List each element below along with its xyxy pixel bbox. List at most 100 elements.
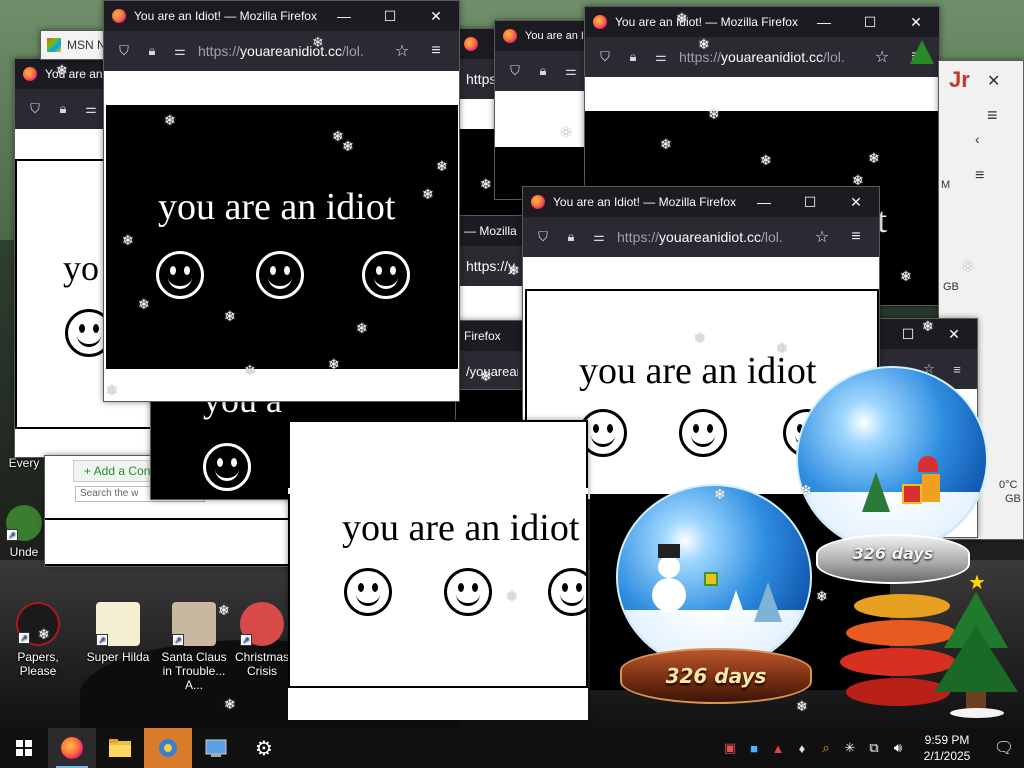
close-button[interactable]: ✕: [931, 319, 977, 349]
maximize-button[interactable]: ☐: [367, 1, 413, 31]
desktop-icon-unde[interactable]: ↗ Unde: [2, 505, 46, 559]
shield-icon[interactable]: ⛉: [529, 229, 557, 245]
url-bar[interactable]: /youareanidioc: [466, 364, 518, 379]
permissions-icon[interactable]: ⚌: [166, 43, 194, 59]
snowflake-icon: ❄: [328, 356, 340, 372]
bookmark-star-icon[interactable]: ☆: [385, 41, 419, 61]
close-button[interactable]: ✕: [833, 187, 879, 217]
url-bar[interactable]: https://youareanidiot.cc/lol.: [198, 43, 364, 59]
tray-snowflake-icon[interactable]: ✳: [838, 740, 862, 756]
snow-globe-1[interactable]: 326 days: [610, 484, 820, 706]
snowflake-icon: ❄: [676, 10, 688, 26]
volume-icon[interactable]: 🔊︎: [886, 740, 910, 756]
url-bar[interactable]: https://youareanidiot.cc/lol.: [617, 229, 783, 245]
snowflake-icon: ❄: [560, 124, 572, 140]
notification-center-icon[interactable]: 🗨︎: [984, 738, 1024, 758]
taskbar: ⚙ ▣ ■ ▲ ♦ ⌕ ✳ ⧉ 🔊︎ 9:59 PM 2/1/2025 🗨︎: [0, 728, 1024, 768]
window-titlebar[interactable]: You are an Idiot! — Mozilla Firefox — ☐ …: [585, 7, 939, 37]
desktop-icon-label: Christmas Crisis: [234, 650, 289, 678]
lock-icon[interactable]: 🔒︎: [49, 101, 77, 117]
lock-icon[interactable]: 🔒︎: [529, 63, 557, 79]
smiley-face-icon: [256, 251, 304, 299]
snowflake-icon: ❄: [694, 330, 706, 346]
minimize-button[interactable]: —: [801, 7, 847, 37]
app-icon[interactable]: [144, 728, 192, 768]
tray-app-icon-3[interactable]: ▲: [766, 741, 790, 756]
hamburger-menu-icon[interactable]: ≡: [975, 167, 984, 185]
close-button[interactable]: ✕: [893, 7, 939, 37]
snow-tree-icon: [722, 590, 750, 630]
smiley-face-icon: [548, 568, 588, 616]
control-panel-icon[interactable]: [192, 728, 240, 768]
windows-start-icon[interactable]: [0, 728, 48, 768]
hamburger-menu-icon[interactable]: ≡: [419, 42, 453, 60]
tray-app-icon-2[interactable]: ■: [742, 741, 766, 756]
shield-icon[interactable]: ⛉: [110, 43, 138, 59]
lock-icon[interactable]: 🔒︎: [619, 49, 647, 65]
file-explorer-icon[interactable]: [96, 728, 144, 768]
smiley-face-icon: [203, 443, 251, 491]
idiot-content: [288, 420, 588, 488]
snowman-icon: [652, 578, 686, 612]
idiot-headline: you are an idiot: [342, 507, 580, 549]
network-icon[interactable]: ⧉: [862, 740, 886, 756]
snowflake-icon: ❄: [138, 296, 150, 312]
settings-gear-icon[interactable]: ⚙: [240, 728, 288, 768]
permissions-icon[interactable]: ⚌: [557, 63, 585, 79]
minimize-button[interactable]: —: [321, 1, 367, 31]
snowflake-icon: ❄: [122, 232, 134, 248]
maximize-button[interactable]: ☐: [787, 187, 833, 217]
shield-icon[interactable]: ⛉: [21, 101, 49, 117]
desktop-icon-super-hilda[interactable]: ↗ Super Hilda: [80, 602, 156, 664]
idiot-headline: you are an idiot: [158, 186, 396, 228]
lock-icon[interactable]: 🔒︎: [138, 43, 166, 59]
extra-text-m: M: [941, 179, 951, 191]
firefox-window-main[interactable]: You are an Idiot! — Mozilla Firefox — ☐ …: [103, 0, 460, 402]
tray-app-icon-4[interactable]: ♦: [790, 741, 814, 756]
idiot-headline: yo: [63, 248, 99, 288]
back-arrow-icon[interactable]: ‹: [975, 131, 980, 147]
lock-icon[interactable]: 🔒︎: [557, 229, 585, 245]
window-titlebar[interactable]: Firefox: [456, 321, 524, 351]
window-titlebar[interactable]: You are an Idiot! — Mozilla Firefox — ☐ …: [523, 187, 879, 217]
snowflake-icon: ❄: [480, 368, 492, 384]
globe-sphere: [616, 484, 812, 670]
permissions-icon[interactable]: ⚌: [77, 101, 105, 117]
firefox-logo-icon: [531, 195, 545, 209]
minimize-button[interactable]: —: [741, 187, 787, 217]
bookmark-star-icon[interactable]: ☆: [865, 47, 899, 67]
firefox-icon[interactable]: [48, 728, 96, 768]
snowflake-icon: ❄: [900, 268, 912, 284]
navigation-toolbar: ⛉ 🔒︎ ⚌ https://youareanidiot.cc/lol. ☆ ≡: [104, 31, 459, 71]
clock[interactable]: 9:59 PM 2/1/2025: [910, 732, 984, 764]
tray-app-icon-1[interactable]: ▣: [718, 740, 742, 756]
idiot-content: you are an idiot: [106, 105, 458, 369]
permissions-icon[interactable]: ⚌: [585, 229, 613, 245]
desktop-icon-christmas-crisis[interactable]: ↗ Christmas Crisis: [232, 602, 292, 678]
snowflake-icon: ❄: [698, 36, 710, 52]
snowflake-icon: ❄: [816, 588, 828, 604]
snowflake-icon: ❄: [800, 482, 812, 498]
shield-icon[interactable]: ⛉: [591, 49, 619, 65]
close-button[interactable]: ✕: [987, 71, 1000, 91]
snow-globe-2[interactable]: 326 days: [796, 366, 992, 586]
msn-logo-icon: [47, 38, 61, 52]
idiot-content: you are an idiot: [288, 494, 588, 688]
shield-icon[interactable]: ⛉: [501, 63, 529, 79]
maximize-button[interactable]: ☐: [847, 7, 893, 37]
window-titlebar[interactable]: You are an Idiot! — Mozilla Firefox — ☐ …: [104, 1, 459, 31]
firefox-window-bottom-center[interactable]: you are an idiot: [288, 420, 588, 720]
tray-search-icon[interactable]: ⌕: [814, 740, 838, 756]
clock-time: 9:59 PM: [924, 733, 970, 747]
hamburger-menu-icon[interactable]: ≡: [839, 228, 873, 246]
snowflake-icon: ❄: [218, 602, 230, 618]
hamburger-menu-icon[interactable]: ≡: [987, 105, 998, 126]
permissions-icon[interactable]: ⚌: [647, 49, 675, 65]
snowflake-icon: ❄: [312, 34, 324, 50]
snowflake-icon: ❄: [660, 136, 672, 152]
firefox-logo-icon: [503, 29, 517, 43]
close-button[interactable]: ✕: [413, 1, 459, 31]
snowman-hat-icon: [658, 544, 680, 558]
weather-temp: 0°C: [999, 479, 1018, 491]
bookmark-star-icon[interactable]: ☆: [805, 227, 839, 247]
